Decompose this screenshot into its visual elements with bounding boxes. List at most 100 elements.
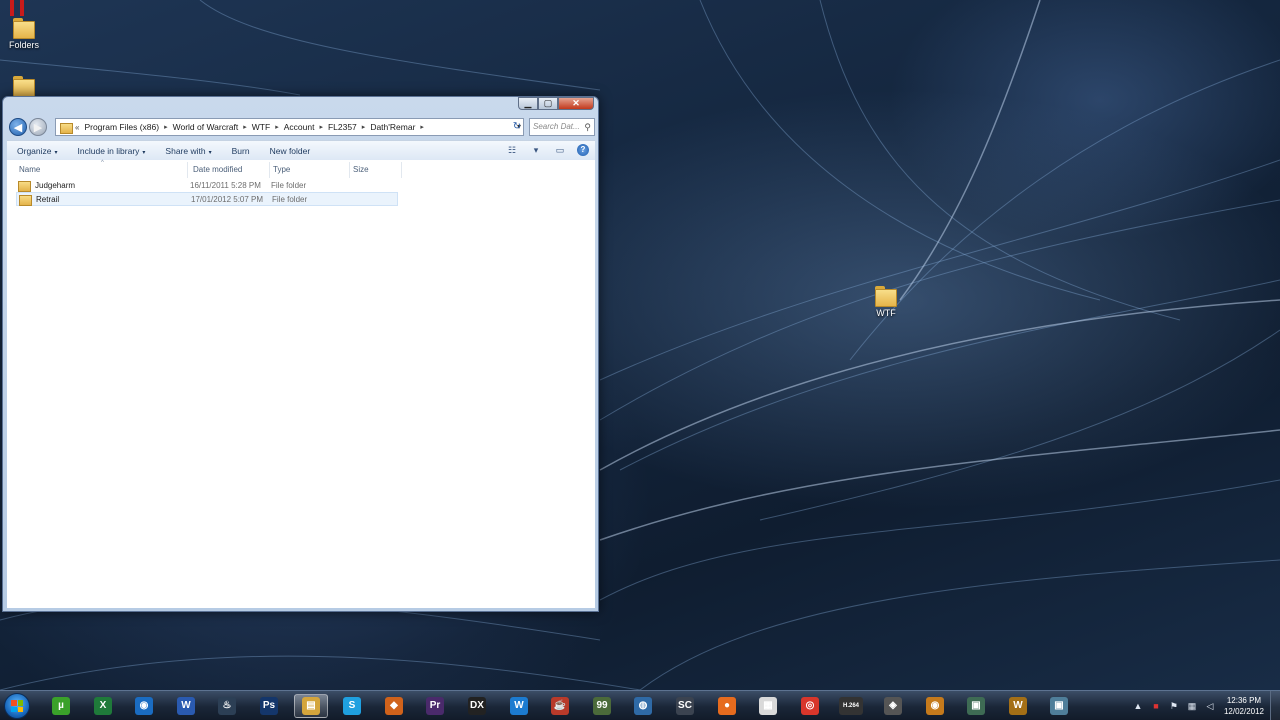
share-with-label: Share with bbox=[165, 145, 206, 156]
app-h264-icon: H.264 bbox=[839, 697, 863, 715]
title-bar[interactable]: ▁ ▢ ✕ bbox=[3, 97, 598, 111]
refresh-icon[interactable]: ↻ bbox=[510, 118, 524, 136]
taskbar-app-app-eye[interactable]: ◉ bbox=[918, 694, 952, 718]
taskbar-app-utorrent[interactable]: µ bbox=[44, 694, 78, 718]
breadcrumb-separator[interactable]: ▸ bbox=[319, 123, 323, 131]
organize-button[interactable]: Organize ▾ bbox=[7, 146, 68, 156]
breadcrumb-program-files[interactable]: Program Files (x86) bbox=[84, 122, 159, 132]
breadcrumb-wtf[interactable]: WTF bbox=[252, 122, 270, 132]
burn-button[interactable]: Burn bbox=[222, 146, 260, 156]
taskbar-app-excel[interactable]: X bbox=[86, 694, 120, 718]
preview-pane-icon[interactable]: ▭ bbox=[553, 144, 567, 156]
desktop-icon-wtf[interactable]: WTF bbox=[856, 284, 916, 318]
clock[interactable]: 12:36 PM 12/02/2012 bbox=[1224, 695, 1264, 717]
share-with-button[interactable]: Share with ▾ bbox=[155, 146, 221, 156]
row-date-modified: 17/01/2012 5:07 PM bbox=[191, 194, 264, 204]
table-row[interactable]: Judgeharm 16/11/2011 5:28 PM File folder bbox=[16, 178, 398, 192]
maximize-button[interactable]: ▢ bbox=[538, 97, 558, 110]
system-tray: ▲ ■ ⚑ ▦ ◁ 12:36 PM 12/02/2012 bbox=[1132, 691, 1280, 720]
column-divider[interactable] bbox=[401, 162, 402, 178]
taskbar-app-app-window[interactable]: ▣ bbox=[959, 694, 993, 718]
taskbar-app-app-window2[interactable]: ▣ bbox=[1042, 694, 1076, 718]
start-button[interactable] bbox=[4, 693, 30, 719]
show-desktop-button[interactable] bbox=[1270, 691, 1280, 720]
breadcrumb-separator[interactable]: ▸ bbox=[362, 123, 366, 131]
desktop-icon-folder[interactable] bbox=[0, 74, 54, 98]
clock-date: 12/02/2012 bbox=[1223, 707, 1264, 716]
search-icon[interactable]: ⚲ bbox=[584, 119, 591, 135]
breadcrumb-account[interactable]: Account bbox=[284, 122, 315, 132]
taskbar-app-app-doc[interactable]: ▦ bbox=[751, 694, 785, 718]
explorer-window: ▁ ▢ ✕ ◀ ▶ « Program Files (x86) ▸ World … bbox=[2, 96, 599, 612]
breadcrumb-fl2357[interactable]: FL2357 bbox=[328, 122, 357, 132]
close-button[interactable]: ✕ bbox=[558, 97, 594, 110]
breadcrumb-separator[interactable]: ▸ bbox=[243, 123, 247, 131]
taskbar-app-app-diamond[interactable]: ◈ bbox=[876, 694, 910, 718]
change-view-icon[interactable]: ☷ bbox=[505, 144, 519, 156]
taskbar-app-skype[interactable]: S bbox=[335, 694, 369, 718]
taskbar-app-app-dx[interactable]: DX bbox=[460, 694, 494, 718]
taskbar-app-app-h264[interactable]: H.264 bbox=[834, 694, 868, 718]
toolbar-right: ☷ ▾ ▭ ? bbox=[505, 144, 589, 156]
taskbar-app-app-99[interactable]: 99 bbox=[585, 694, 619, 718]
breadcrumb-dath-remar[interactable]: Dath'Remar bbox=[370, 122, 415, 132]
volume-icon[interactable]: ◁ bbox=[1204, 700, 1216, 712]
taskbar-app-steam[interactable]: ♨ bbox=[210, 694, 244, 718]
breadcrumb-world-of-warcraft[interactable]: World of Warcraft bbox=[173, 122, 239, 132]
navigation-row: ◀ ▶ « Program Files (x86) ▸ World of War… bbox=[7, 117, 595, 137]
new-folder-button[interactable]: New folder bbox=[260, 146, 321, 156]
column-header-size[interactable]: Size bbox=[353, 165, 369, 174]
folder-icon bbox=[874, 284, 898, 307]
window-controls: ▁ ▢ ✕ bbox=[518, 97, 594, 110]
file-list-pane[interactable]: ^ Name Date modified Type Size Judgeharm… bbox=[7, 160, 595, 608]
taskbar-app-word[interactable]: W bbox=[169, 694, 203, 718]
breadcrumb-separator[interactable]: ▸ bbox=[275, 123, 279, 131]
taskbar-app-java[interactable]: ☕ bbox=[543, 694, 577, 718]
word-icon: W bbox=[177, 697, 195, 715]
column-header-name[interactable]: Name bbox=[19, 165, 40, 174]
row-date-modified: 16/11/2011 5:28 PM bbox=[190, 180, 261, 190]
minimize-button[interactable]: ▁ bbox=[518, 97, 538, 110]
taskbar-app-explorer[interactable]: ▤ bbox=[294, 694, 328, 718]
back-button[interactable]: ◀ bbox=[9, 118, 27, 136]
app-99-icon: 99 bbox=[593, 697, 611, 715]
include-in-library-button[interactable]: Include in library ▾ bbox=[68, 146, 156, 156]
chrome-icon: ◎ bbox=[801, 697, 819, 715]
java-icon: ☕ bbox=[551, 697, 569, 715]
taskbar-app-photoshop[interactable]: Ps bbox=[252, 694, 286, 718]
network-icon[interactable]: ▦ bbox=[1186, 700, 1198, 712]
row-type: File folder bbox=[271, 180, 307, 190]
breadcrumb-overflow[interactable]: « bbox=[75, 123, 79, 132]
taskbar-app-chrome[interactable]: ◎ bbox=[793, 694, 827, 718]
taskbar-app-wow[interactable]: W bbox=[1001, 694, 1035, 718]
taskbar-app-app-origin[interactable]: ● bbox=[710, 694, 744, 718]
search-input[interactable]: Search Dat... ⚲ bbox=[529, 118, 595, 136]
media-center-icon: ◉ bbox=[135, 697, 153, 715]
taskbar-app-premiere[interactable]: Pr bbox=[418, 694, 452, 718]
breadcrumb-separator[interactable]: ▸ bbox=[420, 123, 424, 131]
include-in-library-label: Include in library bbox=[77, 145, 140, 156]
app-sc-icon: SC bbox=[676, 697, 694, 715]
row-type: File folder bbox=[272, 194, 308, 204]
address-bar[interactable]: « Program Files (x86) ▸ World of Warcraf… bbox=[55, 118, 524, 136]
tray-app-icon[interactable]: ■ bbox=[1150, 700, 1162, 712]
help-icon[interactable]: ? bbox=[577, 144, 589, 156]
column-divider[interactable] bbox=[349, 162, 350, 178]
column-divider[interactable] bbox=[269, 162, 270, 178]
action-center-flag-icon[interactable]: ⚑ bbox=[1168, 700, 1180, 712]
taskbar-app-app-globe[interactable]: ◍ bbox=[626, 694, 660, 718]
row-name: Judgeharm bbox=[35, 180, 76, 190]
show-hidden-icons-icon[interactable]: ▲ bbox=[1132, 700, 1144, 712]
taskbar-app-media-center[interactable]: ◉ bbox=[127, 694, 161, 718]
taskbar-app-app-w-blue[interactable]: W bbox=[502, 694, 536, 718]
column-header-type[interactable]: Type bbox=[273, 165, 290, 174]
breadcrumb-separator[interactable]: ▸ bbox=[164, 123, 168, 131]
taskbar-app-app-orange[interactable]: ◆ bbox=[377, 694, 411, 718]
desktop-icon-folders[interactable]: Folders bbox=[0, 16, 54, 50]
column-divider[interactable] bbox=[187, 162, 188, 178]
taskbar-app-app-sc[interactable]: SC bbox=[668, 694, 702, 718]
forward-button[interactable]: ▶ bbox=[29, 118, 47, 136]
view-options-chevron-icon[interactable]: ▾ bbox=[529, 144, 543, 156]
column-header-date-modified[interactable]: Date modified bbox=[193, 165, 242, 174]
table-row[interactable]: Retrail 17/01/2012 5:07 PM File folder bbox=[16, 192, 398, 206]
